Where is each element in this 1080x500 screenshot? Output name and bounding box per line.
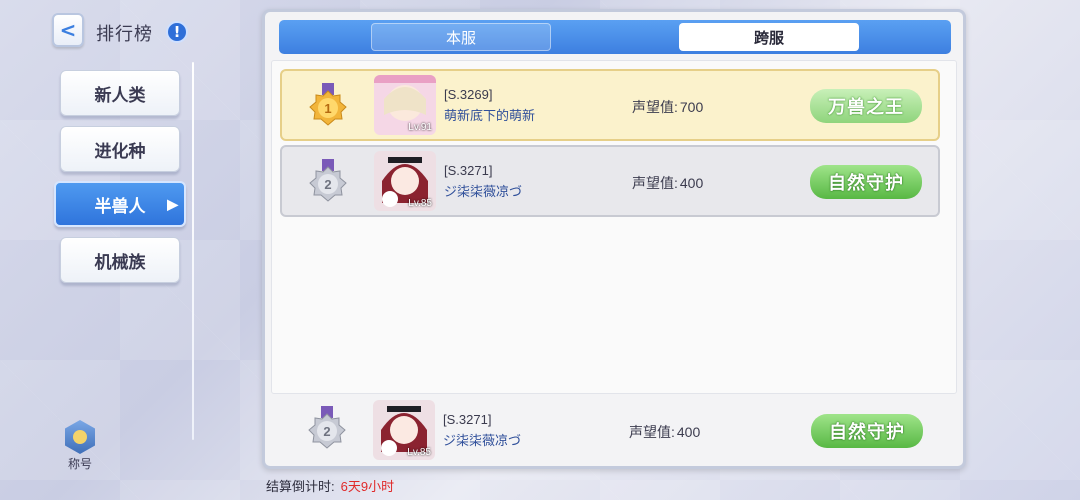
chevron-left-icon: < <box>59 18 77 42</box>
tab-local-server[interactable]: 本服 <box>371 23 551 51</box>
level-label: Lv.85 <box>408 198 432 209</box>
page-title: 排行榜 <box>96 24 153 44</box>
silver-medal-icon: 2 <box>309 159 347 202</box>
chevron-right-icon: ▶ <box>167 195 178 212</box>
prestige-value: 声望值: 400 <box>629 422 700 442</box>
badge-medal-icon <box>65 420 95 454</box>
prestige-label: 声望值: <box>629 424 675 440</box>
countdown-time: 6天9小时 <box>340 479 395 494</box>
title-badge-label: 称号 <box>67 457 92 471</box>
title-badge-nature: 自然守护 <box>810 165 922 199</box>
prestige-value: 声望值: 700 <box>632 97 703 117</box>
rank-number: 2 <box>324 177 331 192</box>
category-label: 进化种 <box>94 141 146 161</box>
gold-medal-icon: 1 <box>309 83 347 126</box>
avatar[interactable]: Lv.85 <box>374 151 436 211</box>
ranking-list[interactable]: 1 Lv.91 [S.3269] 萌新底下的萌新 声望值: 700 万兽之王 2… <box>271 60 957 394</box>
table-row[interactable]: 1 Lv.91 [S.3269] 萌新底下的萌新 声望值: 700 万兽之王 <box>280 69 940 141</box>
category-label: 新人类 <box>94 85 146 105</box>
title-badge-button[interactable]: 称号 <box>60 420 100 472</box>
category-mechanical[interactable]: 机械族 <box>60 237 180 283</box>
settlement-countdown: 结算倒计时: 6天9小时 <box>266 476 394 495</box>
prestige-number: 400 <box>676 424 701 440</box>
title-badge-nature: 自然守护 <box>811 414 923 448</box>
player-name: ジ柒柒薇凉づ <box>443 433 522 448</box>
prestige-number: 700 <box>679 99 704 115</box>
tab-bar: 本服 跨服 <box>279 20 951 54</box>
tab-cross-server[interactable]: 跨服 <box>679 23 859 51</box>
silver-medal-icon: 2 <box>308 406 346 449</box>
player-name: ジ柒柒薇凉づ <box>444 184 523 199</box>
avatar[interactable]: Lv.85 <box>373 400 435 460</box>
self-rank-row[interactable]: 2 Lv.85 [S.3271] ジ柒柒薇凉づ 声望值: 400 自然守护 <box>273 398 959 464</box>
prestige-number: 400 <box>679 175 704 191</box>
level-label: Lv.91 <box>408 122 432 133</box>
scroll-rail[interactable] <box>192 62 194 440</box>
server-id: [S.3269] <box>444 87 493 102</box>
table-row[interactable]: 2 Lv.85 [S.3271] ジ柒柒薇凉づ 声望值: 400 自然守护 <box>280 145 940 217</box>
server-id: [S.3271] <box>444 163 493 178</box>
countdown-label: 结算倒计时: <box>266 479 335 494</box>
info-icon[interactable]: ! <box>166 21 188 43</box>
avatar[interactable]: Lv.91 <box>374 75 436 135</box>
prestige-label: 声望值: <box>632 175 678 191</box>
rank-number: 1 <box>324 101 331 116</box>
category-label: 机械族 <box>94 252 146 272</box>
category-beastman[interactable]: 半兽人 ▶ <box>54 181 186 227</box>
category-label: 半兽人 <box>94 196 146 216</box>
prestige-value: 声望值: 400 <box>632 173 703 193</box>
ranking-panel: 本服 跨服 1 Lv.91 [S.3269] 萌新底下的萌新 声望值: 700 … <box>262 9 966 469</box>
rank-number: 2 <box>323 424 330 439</box>
title-badge-king: 万兽之王 <box>810 89 922 123</box>
level-label: Lv.85 <box>407 447 431 458</box>
player-name: 萌新底下的萌新 <box>444 108 536 123</box>
back-button[interactable]: < <box>52 13 84 47</box>
server-id: [S.3271] <box>443 412 492 427</box>
prestige-label: 声望值: <box>632 99 678 115</box>
category-evolved[interactable]: 进化种 <box>60 126 180 172</box>
category-newhuman[interactable]: 新人类 <box>60 70 180 116</box>
